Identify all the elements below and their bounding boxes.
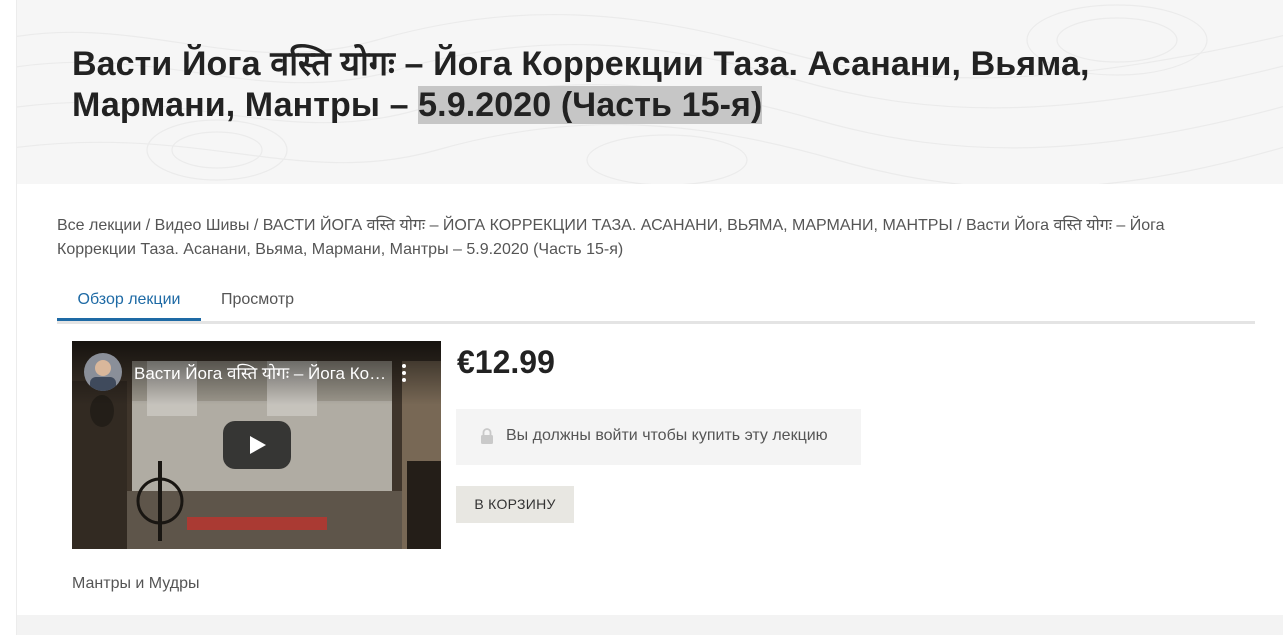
login-message: Вы должны войти чтобы купить эту лекцию: [506, 427, 828, 444]
breadcrumb-separator: /: [952, 217, 966, 234]
breadcrumb-link-shiva-videos[interactable]: Видео Шивы: [155, 217, 250, 234]
breadcrumb-separator: /: [141, 217, 155, 234]
video-player[interactable]: Васти Йога वस्ति योगः – Йога Коррекции Т…: [72, 341, 441, 549]
channel-avatar[interactable]: [84, 353, 122, 391]
lock-icon: [481, 428, 493, 444]
page-header: Васти Йога वस्ति योगः – Йога Коррекции Т…: [17, 0, 1283, 184]
breadcrumb: Все лекции / Видео Шивы / ВАСТИ ЙОГА वस्…: [57, 214, 1227, 262]
play-button[interactable]: [223, 421, 291, 469]
tab-preview[interactable]: Просмотр: [221, 285, 294, 321]
breadcrumb-link-course[interactable]: ВАСТИ ЙОГА वस्ति योगः – ЙОГА КОРРЕКЦИИ Т…: [263, 217, 953, 234]
product-price: €12.99: [457, 344, 555, 380]
play-icon: [250, 436, 266, 454]
add-to-cart-button[interactable]: В КОРЗИНУ: [456, 486, 574, 523]
title-highlight: 5.9.2020 (Часть 15-я): [418, 86, 763, 124]
category-link[interactable]: Мантры и Мудры: [72, 575, 200, 593]
left-margin-strip: [0, 0, 17, 635]
page-title: Васти Йога वस्ति योगः – Йога Коррекции Т…: [72, 44, 1192, 126]
tab-lecture-overview[interactable]: Обзор лекции: [57, 285, 201, 321]
login-required-notice: Вы должны войти чтобы купить эту лекцию: [456, 409, 861, 465]
video-title[interactable]: Васти Йога वस्ति योगः – Йога Коррекции Т…: [134, 361, 394, 384]
kebab-menu-icon[interactable]: [398, 363, 410, 383]
tab-bar: Обзор лекции Просмотр: [57, 285, 1255, 324]
footer-band: [17, 615, 1283, 635]
breadcrumb-separator: /: [249, 217, 263, 234]
breadcrumb-link-all-lectures[interactable]: Все лекции: [57, 217, 141, 234]
